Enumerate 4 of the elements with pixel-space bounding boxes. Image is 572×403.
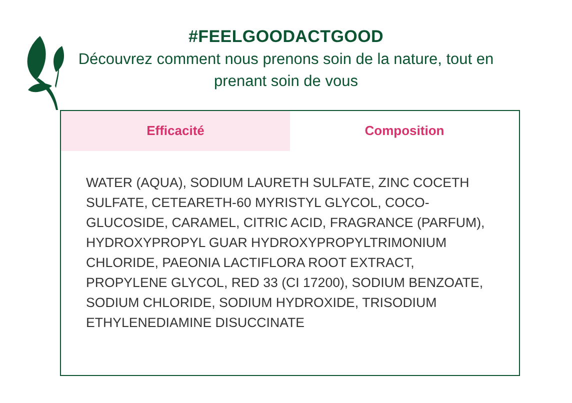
ingredients-text: WATER (AQUA), SODIUM LAURETH SULFATE, ZINC COCETH SULFATE, CETEARETH-60 MYRISTYL GLYCOL, COCO-GLUCOSIDE, CARAMEL, CITRIC ACID, FRAGRANCE (PARFUM), HYDROXYPROPYL GUAR HYDROXYPROPYLTRIMONIUM CHLORIDE, PAEONIA LACTIFLORA ROOT EXTRACT, PROPYLENE GLYCOL, RED 33 (CI 17200), SODIUM BENZOATE, SODIUM CHLORIDE, SODIUM HYDROXIDE, TRISODIUM ETHYLENEDIAMINE DISUCCINATE (85, 174, 486, 332)
tab[interactable]: Efficacité (61, 111, 290, 151)
page-title: #FEELGOODACTGOOD (188, 26, 384, 48)
subtitle: Découvrez comment nous prenons soin de la nature, tout en prenant soin de vous (77, 50, 495, 92)
